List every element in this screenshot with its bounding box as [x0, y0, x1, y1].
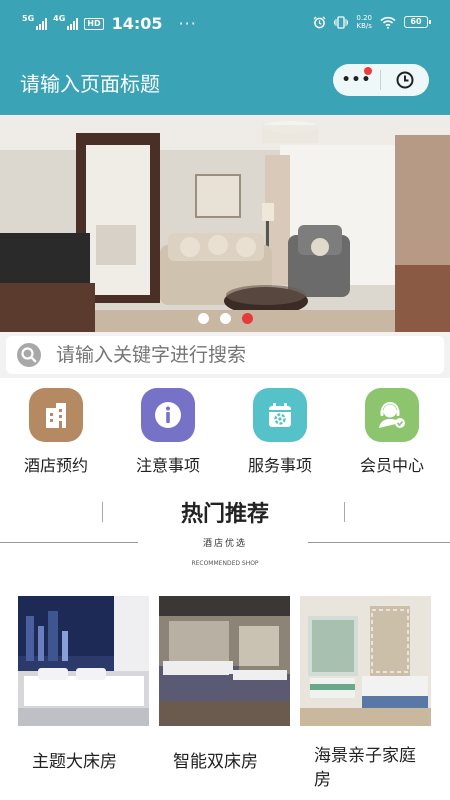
signal-icon — [36, 17, 48, 30]
search-bar[interactable] — [6, 336, 444, 374]
status-right: 0.20 KB/s 60 — [313, 14, 431, 30]
section-subtitle-en: RECOMMENDED SHOP — [191, 560, 259, 567]
room-name: 海景亲子家庭房 — [314, 746, 416, 790]
category-grid: 酒店预约 注意事项 服务事项 会员中心 — [0, 388, 450, 484]
carousel-dot-2[interactable] — [219, 313, 231, 324]
room-image — [300, 596, 431, 726]
room-card[interactable]: 智能双床房 — [159, 596, 290, 774]
clock-time: 14:05 — [111, 14, 163, 33]
wifi-icon — [380, 16, 396, 29]
category-hotel-booking[interactable]: 酒店预约 — [0, 388, 112, 476]
search-bar-container — [0, 332, 450, 378]
calendar-gear-icon — [253, 388, 307, 442]
category-label: 会员中心 — [359, 456, 424, 475]
room-name: 主题大床房 — [32, 752, 117, 772]
category-member-center[interactable]: 会员中心 — [336, 388, 448, 476]
room-name: 智能双床房 — [173, 752, 258, 772]
more-notifications-icon: ··· — [178, 14, 197, 33]
network-type-1: 5G — [22, 14, 35, 23]
speed-unit: KB/s — [356, 22, 372, 30]
status-bar: 5G 4G HD 14:05 ··· 0.20 KB/s 60 — [0, 0, 450, 48]
category-label: 注意事项 — [135, 456, 200, 475]
section-header: 热门推荐 酒店优选 RECOMMENDED SHOP — [0, 494, 450, 574]
category-services[interactable]: 服务事项 — [224, 388, 336, 476]
room-image — [159, 596, 290, 726]
info-icon — [141, 388, 195, 442]
banner-carousel[interactable] — [0, 115, 450, 332]
category-label: 酒店预约 — [23, 456, 88, 475]
signal-icon-2 — [67, 17, 79, 30]
speed-value: 0.20 — [356, 14, 372, 22]
room-list: 主题大床房 智能双床房 海景亲子家庭房 — [0, 596, 450, 800]
search-icon — [17, 343, 41, 367]
search-input[interactable] — [56, 344, 436, 366]
section-subtitle: 酒店优选 — [202, 539, 247, 549]
clock-icon — [396, 71, 413, 89]
recent-button[interactable] — [381, 64, 428, 96]
carousel-dot-1[interactable] — [197, 313, 209, 324]
room-image — [18, 596, 149, 726]
customer-service-icon — [365, 388, 419, 442]
category-label: 服务事项 — [247, 456, 312, 475]
section-title: 热门推荐 — [180, 502, 269, 527]
room-card[interactable]: 主题大床房 — [18, 596, 149, 774]
mini-program-capsule: ••• — [333, 64, 429, 96]
room-card[interactable]: 海景亲子家庭房 — [300, 596, 431, 792]
nav-bar: 请输入页面标题 ••• — [0, 48, 450, 115]
building-icon — [29, 388, 83, 442]
page-title: 请输入页面标题 — [20, 72, 160, 96]
status-left: 5G 4G HD 14:05 ··· — [22, 14, 197, 33]
alarm-icon — [313, 16, 326, 28]
category-notice[interactable]: 注意事项 — [112, 388, 224, 476]
network-speed: 0.20 KB/s — [356, 14, 372, 30]
more-menu-button[interactable]: ••• — [333, 64, 380, 96]
hd-badge: HD — [84, 17, 104, 30]
notification-dot — [364, 67, 372, 75]
network-type-2: 4G — [53, 14, 66, 23]
vibrate-icon — [334, 15, 349, 29]
hotel-lobby-image — [0, 115, 450, 332]
battery-icon: 60 — [404, 16, 431, 28]
carousel-dot-3[interactable] — [241, 313, 253, 324]
carousel-indicators — [0, 313, 450, 324]
